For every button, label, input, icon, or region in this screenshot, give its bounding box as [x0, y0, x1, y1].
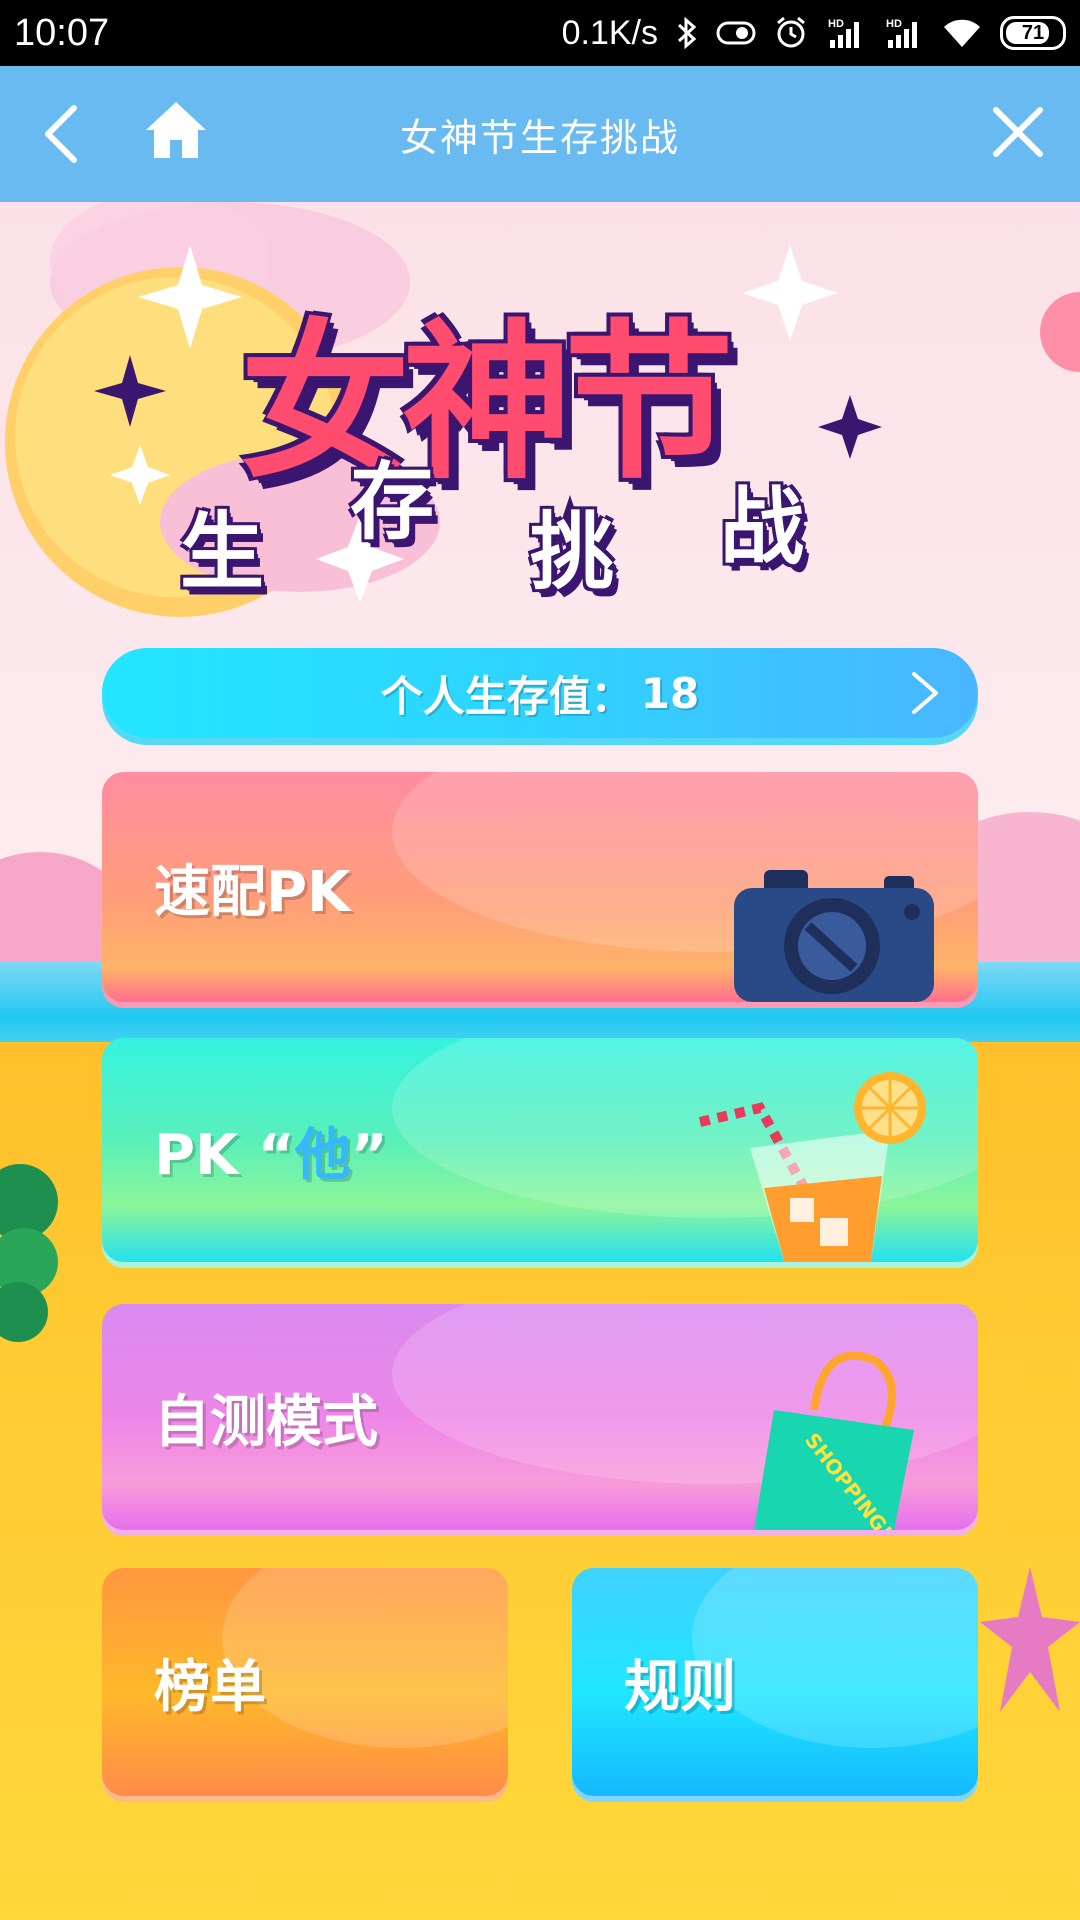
signal-hd-icon-2: HD	[884, 16, 924, 50]
rules-card[interactable]: 规则	[572, 1568, 978, 1796]
rules-label: 规则	[624, 1654, 736, 1720]
shopping-bag-icon: SHOPPING!	[744, 1340, 934, 1530]
pk-him-prefix: PK “	[154, 1122, 295, 1188]
score-value: 18	[640, 668, 700, 718]
home-icon[interactable]	[144, 98, 208, 166]
self-test-label: 自测模式	[154, 1389, 378, 1455]
status-icons: 0.1K/s HD HD 71	[562, 14, 1066, 53]
hero-title-sub-1: 生	[180, 503, 265, 601]
svg-text:HD: HD	[886, 18, 902, 30]
leaderboard-label: 榜单	[154, 1654, 266, 1720]
quick-pk-card[interactable]: 速配PK	[102, 772, 978, 1002]
toggle-icon	[716, 20, 756, 46]
pk-him-label: PK “他”	[154, 1110, 388, 1191]
camera-icon	[734, 870, 934, 1002]
hero-title-sub-3: 挑	[530, 503, 615, 601]
hero-title-sub-2: 存	[350, 453, 435, 551]
page-title: 女神节生存挑战	[399, 115, 680, 160]
drink-icon	[690, 1068, 940, 1262]
score-label: 个人生存值：	[380, 671, 633, 721]
tree-decoration	[0, 1164, 58, 1342]
close-icon[interactable]	[990, 104, 1046, 164]
pk-him-card[interactable]: PK “他”	[102, 1038, 978, 1262]
starfish-decoration	[980, 1567, 1080, 1712]
network-speed: 0.1K/s	[561, 13, 658, 52]
pk-him-accent: 他	[294, 1122, 351, 1188]
self-test-card[interactable]: 自测模式 SHOPPING!	[102, 1304, 978, 1530]
personal-score-bar[interactable]: 个人生存值： 18	[102, 648, 978, 738]
leaderboard-card[interactable]: 榜单	[102, 1568, 508, 1796]
hero-title-art: 女神节 生 存 挑 战	[94, 235, 900, 635]
status-bar: 10:07 0.1K/s HD HD 71	[0, 0, 1080, 66]
signal-hd-icon: HD	[826, 16, 866, 50]
nav-bar: 女神节生存挑战	[0, 66, 1080, 202]
back-icon[interactable]	[38, 102, 88, 170]
hero-title-main: 女神节	[240, 305, 734, 503]
quick-pk-label: 速配PK	[154, 859, 351, 925]
chevron-right-icon	[910, 670, 940, 720]
wifi-icon	[942, 17, 982, 49]
battery-icon: 71	[1000, 16, 1066, 50]
alarm-icon	[774, 16, 808, 50]
hero-title-sub-4: 战	[720, 478, 805, 576]
status-time: 10:07	[14, 11, 110, 54]
battery-level: 71	[1021, 21, 1045, 44]
svg-text:HD: HD	[828, 18, 844, 30]
pk-him-suffix: ”	[350, 1122, 388, 1188]
bluetooth-icon	[676, 16, 698, 50]
